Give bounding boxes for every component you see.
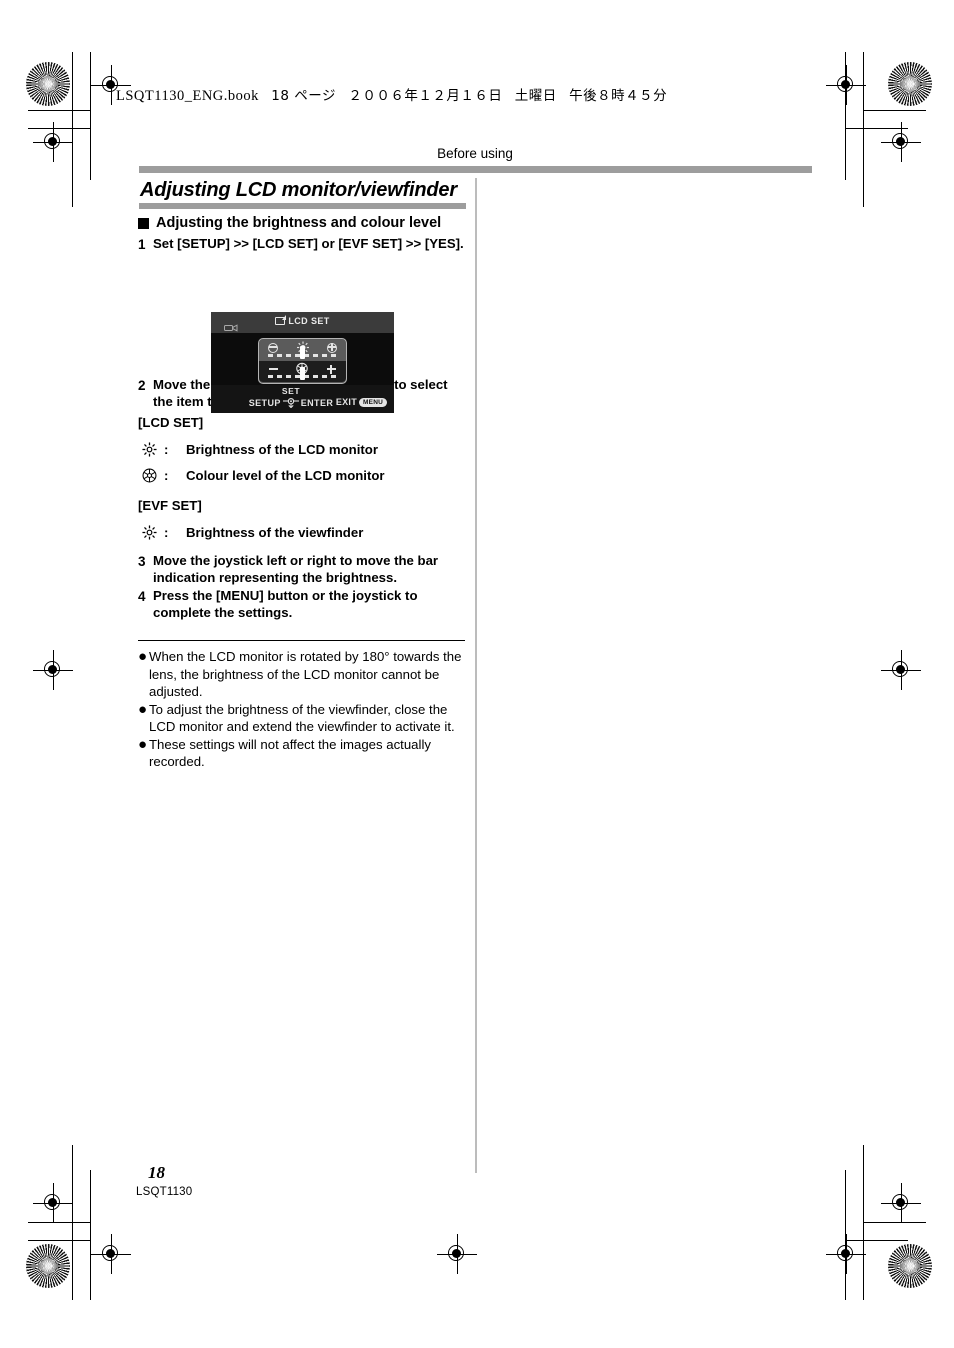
- print-header-weekday: 土曜日: [514, 88, 557, 104]
- lcd-set-item-brightness: : Brightness of the LCD monitor: [138, 442, 468, 457]
- running-head: Before using: [437, 146, 513, 161]
- lcd-colour-minus-icon: [268, 368, 278, 370]
- title-underline-rule: [139, 203, 466, 209]
- joystick-icon: [282, 397, 300, 409]
- square-bullet-icon: [138, 218, 149, 229]
- lcd-screen-footer: SET SETUP ENTER EXIT MENU: [211, 385, 394, 413]
- print-star-target-top-right: [888, 62, 932, 106]
- registration-mark-right-lower: [881, 1183, 921, 1223]
- trim-rule-bl-h1: [28, 1222, 91, 1224]
- header-rule: [139, 166, 812, 173]
- trim-rule-tl-h2: [28, 128, 91, 130]
- registration-mark-left-middle: [33, 650, 73, 690]
- note-1-text: When the LCD monitor is rotated by 180° …: [149, 649, 462, 699]
- print-header-date: ２００６年１２月１６日: [348, 88, 503, 104]
- lcd-brightness-high-ring-icon: [327, 343, 337, 353]
- lcd-screen-header: LCD SET: [211, 312, 394, 333]
- page-title: Adjusting LCD monitor/viewfinder: [140, 179, 457, 201]
- note-2-text: To adjust the brightness of the viewfind…: [149, 701, 455, 735]
- print-header-filename: LSQT1130_ENG.book: [116, 88, 259, 104]
- print-header-page: 18 ページ: [271, 88, 336, 104]
- content-column: Adjusting the brightness and colour leve…: [138, 214, 468, 772]
- lcd-brightness-low-ring-icon: [268, 343, 278, 353]
- note-item: ● These settings will not affect the ima…: [138, 736, 468, 770]
- lcd-colour-plus-v-icon: [330, 364, 332, 374]
- trim-rule-bl-v2: [90, 1170, 92, 1300]
- note-bullet-icon: ●: [138, 736, 148, 754]
- evf-set-label: [EVF SET]: [138, 498, 202, 514]
- print-star-target-top-left: [26, 62, 70, 106]
- evf-set-item-1-text: Brightness of the viewfinder: [186, 525, 364, 541]
- lcd-set-item-1-text: Brightness of the LCD monitor: [186, 442, 378, 458]
- note-bullet-icon: ●: [138, 700, 148, 718]
- step-1-text: Set [SETUP] >> [LCD SET] or [EVF SET] >>…: [153, 236, 464, 252]
- note-bullet-icon: ●: [138, 648, 148, 666]
- brightness-sun-icon: [138, 442, 160, 457]
- subsection-heading-text: Adjusting the brightness and colour leve…: [156, 215, 442, 231]
- lcd-set-item-1-colon: :: [164, 442, 169, 458]
- lcd-set-label: [LCD SET]: [138, 415, 204, 431]
- trim-rule-tr-v2: [845, 52, 847, 180]
- lcd-colour-knob[interactable]: [299, 367, 305, 380]
- evf-set-item-brightness: : Brightness of the viewfinder: [138, 525, 468, 540]
- registration-mark-right-middle: [881, 650, 921, 690]
- trim-rule-br-h2: [845, 1240, 908, 1242]
- note-item: ● When the LCD monitor is rotated by 180…: [138, 648, 468, 699]
- lcd-set-hint: SET: [281, 386, 301, 396]
- trim-rule-br-h1: [863, 1222, 926, 1224]
- trim-rule-tr-h2: [845, 128, 908, 130]
- trim-rule-tr-h1: [863, 110, 926, 112]
- trim-rule-bl-h2: [28, 1240, 91, 1242]
- print-header-time: 午後８時４５分: [569, 88, 668, 104]
- column-divider: [475, 178, 477, 1173]
- step-3: 3 Move the joystick left or right to mov…: [138, 553, 468, 587]
- part-number: LSQT1130: [136, 1186, 193, 1198]
- step-3-number: 3: [138, 554, 146, 570]
- subsection-heading: Adjusting the brightness and colour leve…: [138, 214, 468, 232]
- print-header-line: LSQT1130_ENG.book 18 ページ ２００６年１２月１６日 土曜日…: [116, 84, 667, 105]
- trim-rule-br-v2: [845, 1170, 847, 1300]
- trim-rule-tl-h1: [28, 110, 91, 112]
- trim-rule-tl-v2: [90, 52, 92, 180]
- step-1-number: 1: [138, 237, 146, 253]
- registration-mark-left-lower: [33, 1183, 73, 1223]
- trim-rule-tr-v1: [863, 52, 865, 207]
- lcd-set-item-colour: : Colour level of the LCD monitor: [138, 468, 468, 483]
- lcd-set-item-2-colon: :: [164, 468, 169, 484]
- lcd-adjust-panel: [258, 338, 347, 384]
- step-4-text: Press the [MENU] button or the joystick …: [153, 588, 418, 621]
- lcd-screen-title: LCD SET: [211, 315, 394, 326]
- lcd-card-icon: [275, 315, 287, 325]
- lcd-enter-label: ENTER: [300, 398, 334, 408]
- step-1: 1 Set [SETUP] >> [LCD SET] or [EVF SET] …: [138, 236, 468, 253]
- lcd-set-screenshot: LCD SET SET SETUP ENTER EXIT MENU: [211, 312, 394, 413]
- evf-set-item-1-colon: :: [164, 525, 169, 541]
- note-3-text: These settings will not affect the image…: [149, 737, 431, 770]
- lcd-setup-label: SETUP: [248, 398, 281, 408]
- step-4: 4 Press the [MENU] button or the joystic…: [138, 588, 468, 622]
- step-4-number: 4: [138, 589, 146, 605]
- note-item: ● To adjust the brightness of the viewfi…: [138, 701, 468, 735]
- step-2-number: 2: [138, 378, 146, 394]
- colour-level-icon: [138, 468, 160, 483]
- lcd-exit-hint: EXIT MENU: [336, 397, 387, 407]
- registration-mark-bottom-left-inner: [91, 1234, 131, 1274]
- lcd-brightness-knob[interactable]: [300, 346, 305, 359]
- lcd-exit-label: EXIT: [335, 397, 358, 407]
- page-number: 18: [148, 1163, 165, 1182]
- lcd-brightness-slider[interactable]: [263, 340, 342, 361]
- trim-rule-tl-v1: [72, 52, 74, 207]
- step-3-text: Move the joystick left or right to move …: [153, 553, 439, 586]
- lcd-screen-title-text: LCD SET: [288, 316, 330, 326]
- brightness-sun-icon: [138, 525, 160, 541]
- print-star-target-bottom-right: [888, 1244, 932, 1288]
- print-star-target-bottom-left: [26, 1244, 70, 1288]
- registration-mark-bottom-center: [437, 1234, 477, 1274]
- notes-separator-rule: [138, 640, 465, 642]
- lcd-colour-slider[interactable]: [258, 361, 346, 382]
- menu-button-badge: MENU: [359, 398, 387, 407]
- lcd-set-item-2-text: Colour level of the LCD monitor: [186, 468, 385, 484]
